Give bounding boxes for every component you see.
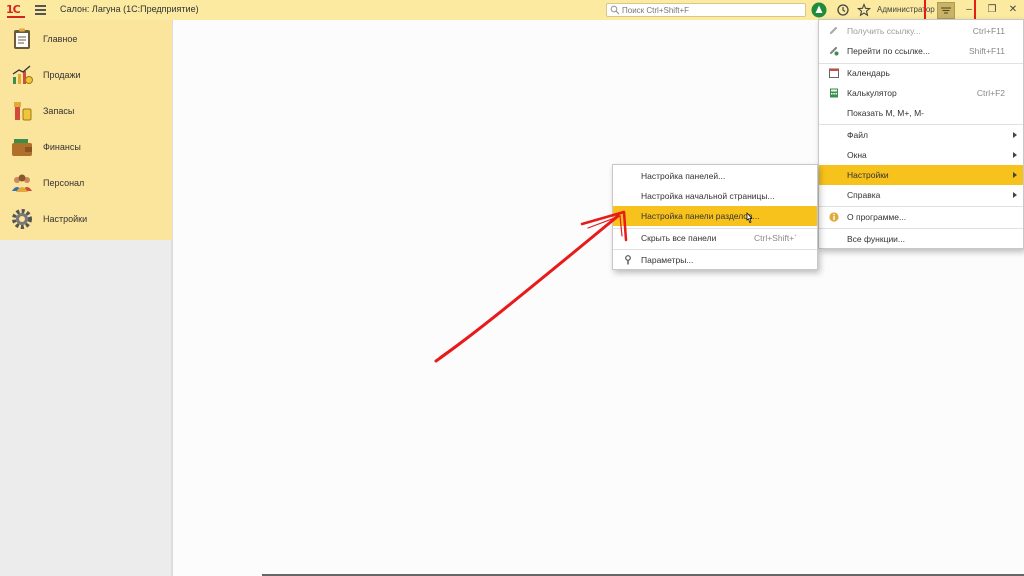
sidebar-item-sales[interactable]: Продажи (0, 58, 172, 92)
cosmetics-icon (14, 102, 32, 121)
functions-menu: Получить ссылку... Ctrl+F11 Перейти по с… (818, 19, 1024, 249)
search-input[interactable] (622, 4, 802, 16)
sections-panel: Главное Продажи Запасы Финансы Персонал (0, 20, 172, 240)
sidebar-item-main[interactable]: Главное (0, 22, 172, 56)
menu-item-settings[interactable]: Настройки (819, 165, 1023, 185)
submenu-arrow-icon (1013, 192, 1017, 198)
menu-item-all-functions[interactable]: Все функции... (819, 229, 1023, 249)
calculator-icon (830, 88, 838, 98)
sidebar-item-label: Финансы (43, 142, 81, 152)
history-icon[interactable] (835, 2, 851, 18)
menu-item-parameters[interactable]: Параметры... (613, 250, 817, 270)
wallet-icon (12, 139, 32, 156)
menu-item-windows[interactable]: Окна (819, 145, 1023, 165)
go-link-icon (829, 46, 839, 56)
wrench-icon (625, 255, 631, 265)
sidebar-item-label: Главное (43, 34, 78, 44)
menu-item-panels-settings[interactable]: Настройка панелей... (613, 166, 817, 186)
menu-item-get-link[interactable]: Получить ссылку... Ctrl+F11 (819, 21, 1023, 41)
info-icon (829, 212, 839, 222)
hamburger-menu-icon[interactable] (35, 5, 46, 15)
sidebar-item-label: Продажи (43, 70, 81, 80)
app-title: Салон: Лагуна (1С:Предприятие) (60, 4, 199, 14)
notifications-icon[interactable] (811, 2, 827, 18)
menu-item-file[interactable]: Файл (819, 125, 1023, 145)
calendar-icon (829, 68, 839, 78)
sidebar-item-label: Персонал (43, 178, 85, 188)
sidebar-item-label: Настройки (43, 214, 88, 224)
close-button[interactable]: ✕ (1006, 3, 1020, 17)
settings-submenu: Настройка панелей... Настройка начальной… (612, 164, 818, 270)
menu-item-about[interactable]: О программе... (819, 207, 1023, 227)
menu-item-calendar[interactable]: Календарь (819, 63, 1023, 83)
menu-item-help[interactable]: Справка (819, 185, 1023, 205)
menu-item-sections-panel-settings[interactable]: Настройка панели разделов... (613, 206, 817, 226)
submenu-arrow-icon (1013, 132, 1017, 138)
sidebar-item-finance[interactable]: Финансы (0, 130, 172, 164)
title-bar: 1С Салон: Лагуна (1С:Предприятие) Админи… (0, 0, 1024, 20)
sidebar-item-stock[interactable]: Запасы (0, 94, 172, 128)
link-icon (829, 26, 838, 35)
search-icon (610, 5, 620, 15)
submenu-arrow-icon (1013, 172, 1017, 178)
search-box[interactable] (606, 3, 806, 17)
sidebar-empty-area (0, 240, 172, 576)
sales-chart-icon (12, 65, 33, 84)
menu-item-hide-all-panels[interactable]: Скрыть все панели Ctrl+Shift+` (613, 228, 817, 248)
menu-item-show-memory[interactable]: Показать М, М+, М- (819, 103, 1023, 123)
menu-item-calculator[interactable]: Калькулятор Ctrl+F2 (819, 83, 1023, 103)
sidebar-item-staff[interactable]: Персонал (0, 166, 172, 200)
submenu-arrow-icon (1013, 152, 1017, 158)
sidebar-item-label: Запасы (43, 106, 75, 116)
1c-logo: 1С (6, 3, 28, 18)
clipboard-icon (14, 28, 30, 49)
menu-item-go-to-link[interactable]: Перейти по ссылке... Shift+F11 (819, 41, 1023, 61)
gear-icon (12, 209, 32, 229)
mouse-cursor-icon (746, 212, 753, 223)
favorites-star-icon[interactable] (856, 2, 872, 18)
menu-item-start-page-settings[interactable]: Настройка начальной страницы... (613, 186, 817, 206)
people-icon (12, 174, 32, 192)
sidebar-item-settings[interactable]: Настройки (0, 202, 172, 236)
restore-button[interactable]: ❐ (985, 3, 999, 17)
